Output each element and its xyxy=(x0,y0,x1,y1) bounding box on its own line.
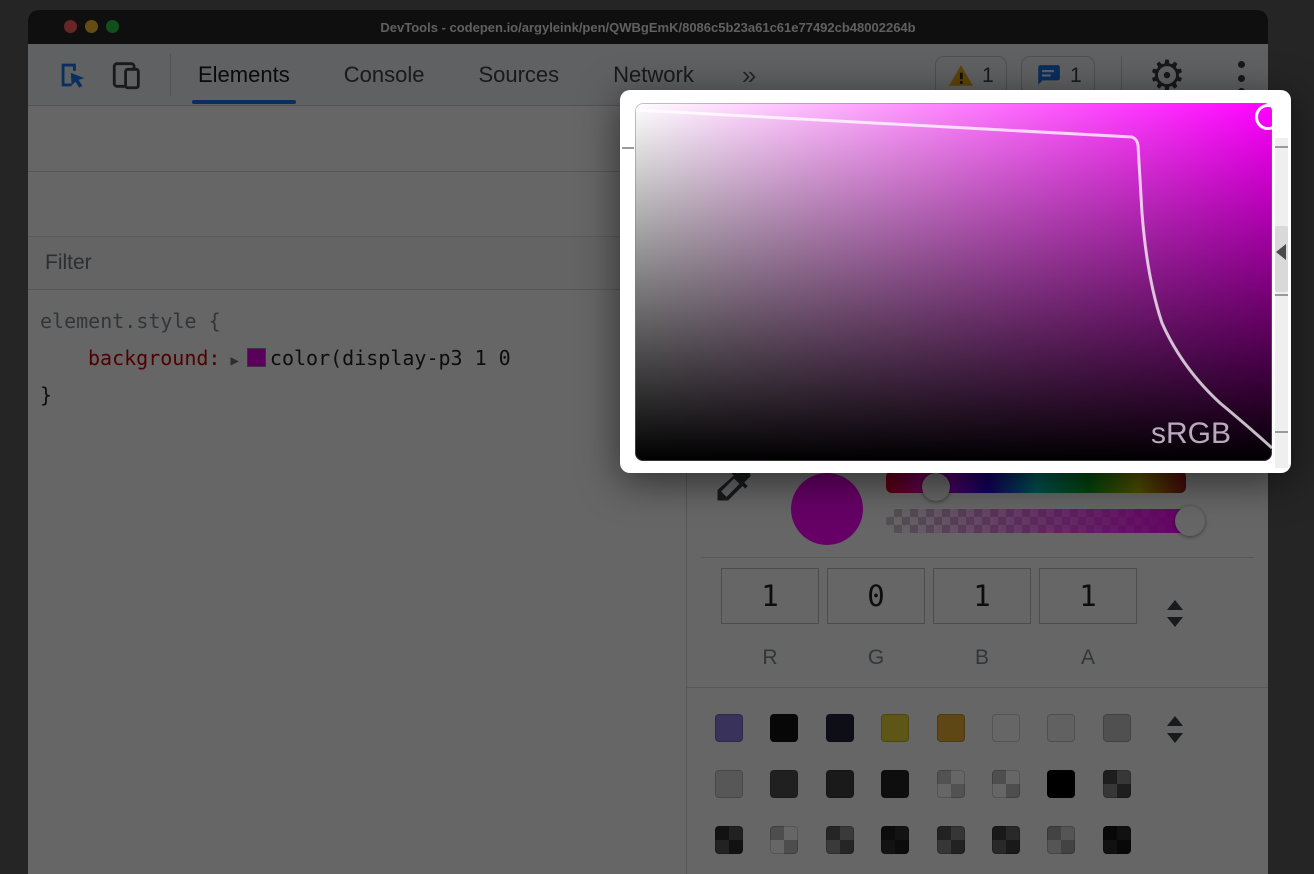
left-arrow-icon xyxy=(1276,244,1286,260)
divider xyxy=(701,557,1254,558)
palette-swatch[interactable] xyxy=(770,826,798,854)
window-titlebar: DevTools - codepen.io/argyleink/pen/QWBg… xyxy=(28,10,1268,44)
srgb-gamut-label: sRGB xyxy=(1151,417,1231,450)
palette-swatch[interactable] xyxy=(826,714,854,742)
palette-swatch[interactable] xyxy=(881,714,909,742)
palette-swatch[interactable] xyxy=(937,770,965,798)
screen: DevTools - codepen.io/argyleink/pen/QWBg… xyxy=(0,0,1314,874)
toolbar-separator xyxy=(1121,56,1122,94)
styles-filter-input[interactable]: Filter xyxy=(45,251,92,275)
alpha-value-input[interactable]: 1 xyxy=(1039,568,1137,624)
tick-mark xyxy=(622,147,634,149)
color-format-toggle-icon[interactable] xyxy=(1167,600,1183,627)
expand-value-icon[interactable]: ▶ xyxy=(230,343,238,380)
tick-mark xyxy=(1275,294,1288,296)
scrollbar-strip[interactable] xyxy=(1275,138,1288,468)
toolbar-separator xyxy=(170,54,171,96)
rule-declaration: background:▶color(display-p3 1 0 xyxy=(40,340,620,377)
tab-sources[interactable]: Sources xyxy=(476,44,561,106)
spectrum-gradient[interactable]: sRGB xyxy=(635,103,1272,461)
alpha-label: A xyxy=(1039,646,1137,670)
palette-swatch[interactable] xyxy=(992,714,1020,742)
alpha-slider-thumb[interactable] xyxy=(1175,506,1205,536)
inspect-element-icon[interactable] xyxy=(54,56,92,94)
palette-swatch[interactable] xyxy=(1103,770,1131,798)
palette-swatch[interactable] xyxy=(881,770,909,798)
palette-swatch[interactable] xyxy=(715,826,743,854)
palette-swatch[interactable] xyxy=(937,826,965,854)
hue-slider-thumb[interactable] xyxy=(922,473,950,501)
palette-swatch[interactable] xyxy=(715,770,743,798)
palette-swatch[interactable] xyxy=(1047,770,1075,798)
palette-swatch[interactable] xyxy=(826,770,854,798)
palette-swatch[interactable] xyxy=(1047,714,1075,742)
warning-count: 1 xyxy=(982,64,994,88)
red-label: R xyxy=(721,646,819,670)
style-rule-block: element.style { background:▶color(displa… xyxy=(40,303,620,414)
palette-swatch[interactable] xyxy=(992,826,1020,854)
rule-selector[interactable]: element.style { xyxy=(40,303,620,340)
window-title: DevTools - codepen.io/argyleink/pen/QWBg… xyxy=(28,20,1268,35)
tick-mark xyxy=(1275,146,1288,148)
green-label: G xyxy=(827,646,925,670)
zoom-window-button[interactable] xyxy=(106,20,119,33)
close-window-button[interactable] xyxy=(64,20,77,33)
alpha-slider-track[interactable] xyxy=(886,509,1192,533)
srgb-gamut-overlay: sRGB xyxy=(635,103,1272,461)
magnified-color-spectrum-popup: sRGB xyxy=(620,90,1291,473)
red-value-input[interactable]: 1 xyxy=(721,568,819,624)
palette-swatch[interactable] xyxy=(881,826,909,854)
divider xyxy=(687,687,1268,688)
traffic-lights xyxy=(64,20,119,33)
property-name[interactable]: background xyxy=(88,346,208,370)
tick-mark xyxy=(1275,431,1288,433)
css-color-swatch[interactable] xyxy=(247,348,266,367)
chat-bubble-icon xyxy=(1034,63,1062,89)
minimize-window-button[interactable] xyxy=(85,20,98,33)
green-value-input[interactable]: 0 xyxy=(827,568,925,624)
palette-swatch[interactable] xyxy=(992,770,1020,798)
toggle-device-toolbar-icon[interactable] xyxy=(108,56,146,94)
message-count: 1 xyxy=(1070,64,1082,88)
tab-elements[interactable]: Elements xyxy=(196,44,292,106)
rule-closing-brace: } xyxy=(40,377,620,414)
palette-switcher-icon[interactable] xyxy=(1167,716,1183,743)
palette-swatch[interactable] xyxy=(715,714,743,742)
blue-value-input[interactable]: 1 xyxy=(933,568,1031,624)
palette-swatch[interactable] xyxy=(1047,826,1075,854)
warning-icon xyxy=(948,64,974,88)
palette-swatch[interactable] xyxy=(770,714,798,742)
current-color-swatch xyxy=(791,473,863,545)
property-value[interactable]: color(display-p3 1 0 xyxy=(270,346,511,370)
palette-swatch[interactable] xyxy=(1103,826,1131,854)
palette-swatch[interactable] xyxy=(1103,714,1131,742)
palette-swatch[interactable] xyxy=(937,714,965,742)
palette-swatch[interactable] xyxy=(770,770,798,798)
tab-console[interactable]: Console xyxy=(342,44,427,106)
blue-label: B xyxy=(933,646,1031,670)
palette-swatch[interactable] xyxy=(826,826,854,854)
